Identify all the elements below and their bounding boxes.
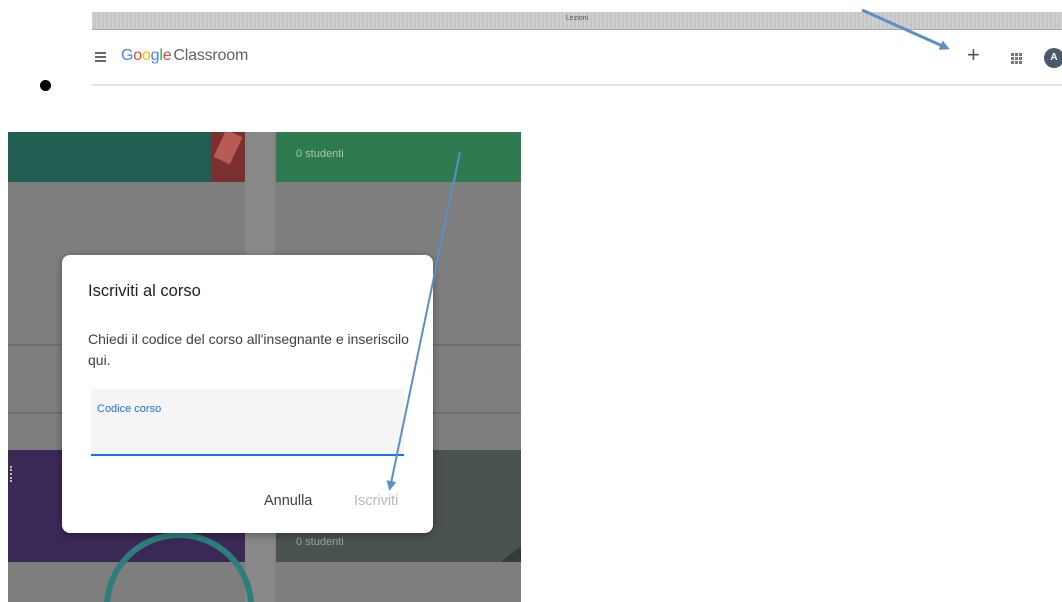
hamburger-icon[interactable] (95, 52, 106, 62)
browser-window-bar: Lezioni (92, 12, 1062, 30)
apps-grid-icon[interactable] (1011, 53, 1022, 64)
class-code-label: Codice corso (97, 403, 162, 415)
google-classroom-logo[interactable]: Google Classroom (121, 47, 248, 65)
cancel-button[interactable]: Annulla (264, 493, 312, 509)
join-class-dialog: Iscriviti al corso Chiedi il codice del … (62, 255, 433, 533)
dialog-title: Iscriviti al corso (88, 282, 201, 300)
class-card-decoration (501, 546, 521, 562)
class-code-field[interactable]: Codice corso (91, 389, 404, 456)
join-button[interactable]: Iscriviti (354, 493, 398, 509)
class-code-input[interactable] (97, 421, 397, 445)
page: Lezioni GoogleClassroom + A 0 studenti (0, 0, 1062, 602)
app-header: Google Classroom + A (92, 30, 1062, 86)
class-card-header (8, 132, 245, 182)
bullet-point (40, 80, 51, 91)
avatar[interactable]: A (1044, 48, 1062, 68)
window-title: Lezioni (565, 15, 589, 22)
class-card-image (211, 132, 245, 182)
class-card-student-count: 0 studenti (296, 148, 344, 160)
class-card-student-count: 0 studenti (296, 536, 344, 548)
plus-icon[interactable]: + (967, 44, 980, 66)
more-options-icon (10, 466, 14, 482)
google-wordmark: Google (121, 47, 172, 64)
classroom-header-screenshot: Lezioni Google Classroom + A (92, 12, 1062, 90)
product-name: Classroom (173, 47, 249, 64)
class-card-header: 0 studenti (276, 132, 521, 182)
dialog-instructions: Chiedi il codice del corso all'insegnant… (88, 331, 409, 368)
